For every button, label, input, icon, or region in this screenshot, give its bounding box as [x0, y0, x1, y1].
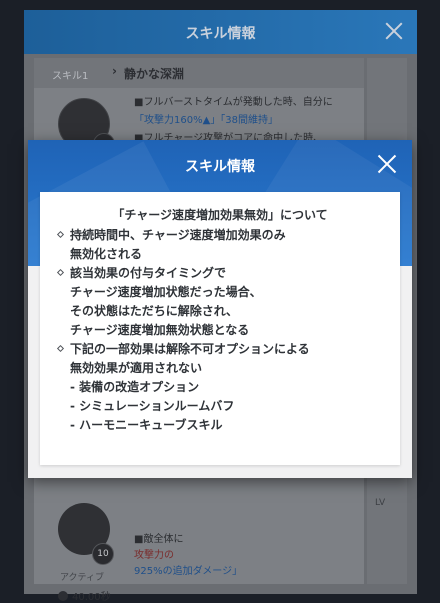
- skill-level-badge: 10: [92, 543, 114, 565]
- bullet-line: 無効化される: [70, 247, 143, 261]
- bullet-line: - ハーモニーキューブスキル: [70, 418, 223, 432]
- bullet-item: 持続時間中、チャージ速度増加効果のみ 無効化される: [56, 226, 384, 264]
- skill-number-tag: スキル1: [52, 71, 89, 82]
- diamond-bullet-icon: [56, 230, 65, 239]
- bullet-line: チャージ速度増加無効状態となる: [70, 323, 250, 337]
- modal-title: スキル情報: [185, 159, 255, 175]
- bullet-line: - シミュレーションルームバフ: [70, 399, 235, 413]
- skill-type-label: アクティブ: [60, 573, 105, 583]
- bullet-line: 下記の一部効果は解除不可オプションによる: [70, 342, 310, 356]
- cooldown-value: 40.00秒: [72, 592, 111, 603]
- bullet-line: 該当効果の付与タイミングで: [70, 266, 227, 280]
- cooldown-display: 40.00秒: [58, 588, 111, 603]
- bullet-line: 無効効果が適用されない: [70, 361, 203, 375]
- skill-desc-line: 925%の追加ダメージ」: [134, 566, 243, 577]
- level-label: LV: [375, 498, 386, 508]
- diamond-bullet-icon: [56, 344, 65, 353]
- skill-info-modal: スキル情報 「チャージ速度増加効果無効」について 持続時間中、チャージ速度増加効…: [28, 140, 412, 478]
- bullet-line: その状態はただちに解除され、: [70, 304, 238, 318]
- skill-desc-line: 「攻撃力160%▲」「38間維持」: [134, 115, 279, 126]
- skill-desc-line: ■敵全体に: [134, 534, 184, 545]
- diamond-bullet-icon: [56, 268, 65, 277]
- skill-desc-line: 攻撃力の: [134, 550, 174, 561]
- background-card-header: スキル1 静かな深淵: [34, 58, 364, 88]
- bullet-item: 下記の一部効果は解除不可オプションによる 無効効果が適用されない - 装備の改造…: [56, 340, 384, 435]
- skill-name: 静かな深淵: [112, 64, 184, 82]
- bullet-item: 該当効果の付与タイミングで チャージ速度増加状態だった場合、 その状態はただちに…: [56, 264, 384, 340]
- background-close-icon: [383, 20, 405, 42]
- content-heading: 「チャージ速度増加効果無効」について: [112, 208, 328, 222]
- modal-content-card: 「チャージ速度増加効果無効」について 持続時間中、チャージ速度増加効果のみ 無効…: [40, 192, 400, 465]
- bullet-line: - 装備の改造オプション: [70, 380, 200, 394]
- bullet-line: チャージ速度増加状態だった場合、: [70, 285, 262, 299]
- close-icon[interactable]: [376, 153, 398, 175]
- skill-description-lower: ■敵全体に 攻撃力の 925%の追加ダメージ」: [134, 532, 354, 580]
- clock-icon: [58, 591, 68, 601]
- skill-desc-line: ■フルバーストタイムが発動した時、自分に: [134, 97, 333, 108]
- bullet-line: 持続時間中、チャージ速度増加効果のみ: [70, 228, 286, 242]
- background-header: スキル情報: [24, 10, 417, 54]
- background-title: スキル情報: [185, 26, 256, 42]
